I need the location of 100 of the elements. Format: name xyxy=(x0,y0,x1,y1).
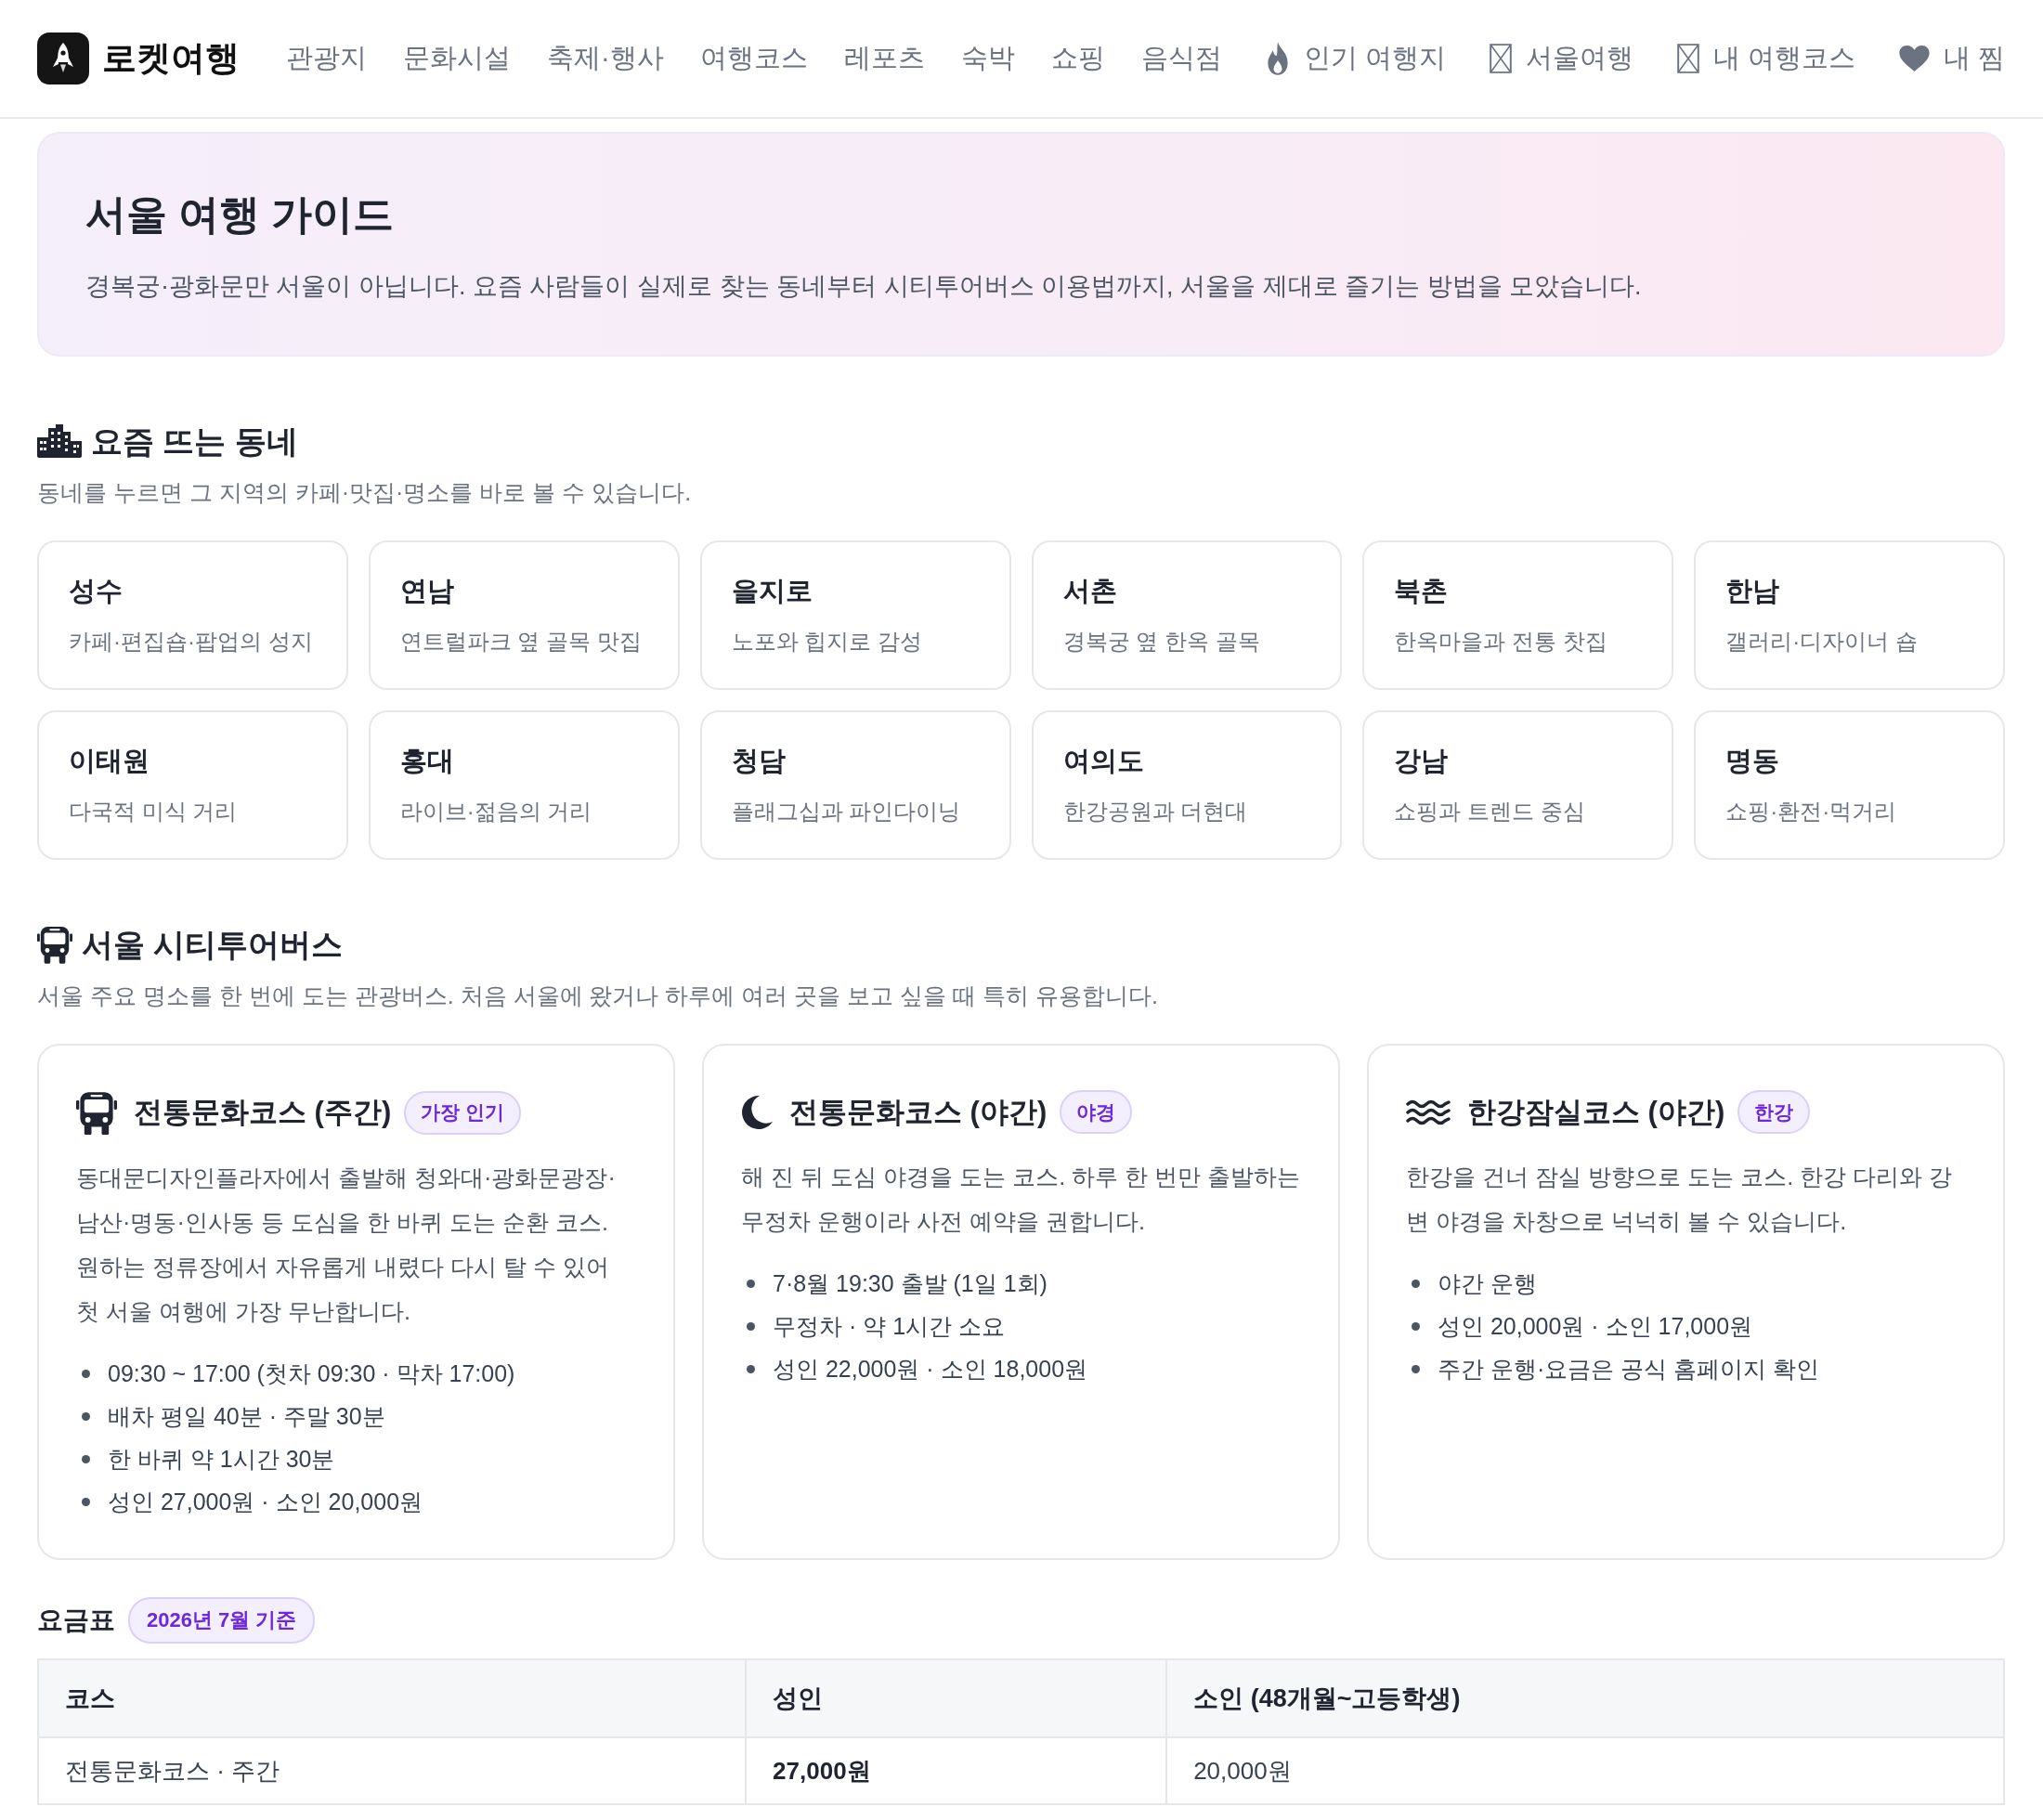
course-badge: 야경 xyxy=(1060,1090,1133,1134)
course-detail: 성인 27,000원 · 소인 20,000원 xyxy=(108,1488,423,1517)
course-detail: 7·8월 19:30 출발 (1일 1회) xyxy=(773,1269,1048,1298)
nav-link[interactable]: 내 찜 xyxy=(1898,40,2005,77)
nav-link[interactable]: 숙박 xyxy=(960,40,1015,77)
city-buildings-icon xyxy=(37,424,82,458)
course-detail: 무정차 · 약 1시간 소요 xyxy=(773,1312,1005,1341)
date-badge: 2026년 7월 기준 xyxy=(128,1597,316,1644)
course-description: 한강을 건너 잠실 방향으로 도는 코스. 한강 다리와 강변 야경을 차창으로 넉넉히 볼 수 있습니다. xyxy=(1406,1163,1954,1236)
neighborhood-name: 을지로 xyxy=(731,575,813,607)
neighborhood-tagline: 카페·편집숍·팝업의 성지 xyxy=(69,628,314,656)
bullet-icon xyxy=(82,1497,90,1506)
course-badge: 한강 xyxy=(1737,1090,1811,1134)
neighborhood-tagline: 다국적 미식 거리 xyxy=(69,798,239,826)
nav-link[interactable]: 여행코스 xyxy=(699,40,808,77)
neighborhood-card[interactable]: 강남 쇼핑과 트렌드 중심 xyxy=(1362,710,1674,860)
neighborhood-card[interactable]: 연남 연트럴파크 옆 골목 맛집 xyxy=(368,540,680,690)
crossed-box-icon xyxy=(1676,44,1699,73)
neighborhood-tagline: 쇼핑과 트렌드 중심 xyxy=(1394,798,1586,826)
section-title: 요즘 뜨는 동네 xyxy=(91,422,298,461)
course-detail: 배차 평일 40분 · 주말 30분 xyxy=(108,1402,385,1432)
neighborhood-tagline: 노포와 힙지로 감성 xyxy=(731,628,923,656)
neighborhood-card[interactable]: 이태원 다국적 미식 거리 xyxy=(37,710,348,860)
neighborhood-tagline: 연트럴파크 옆 골목 맛집 xyxy=(399,628,643,656)
bullet-icon xyxy=(747,1321,755,1331)
table-header-cell: 성인 xyxy=(746,1659,1167,1738)
neighborhood-card[interactable]: 홍대 라이브·젊음의 거리 xyxy=(368,710,680,860)
neighborhood-card[interactable]: 북촌 한옥마을과 전통 찻집 xyxy=(1362,540,1674,690)
neighborhood-card[interactable]: 을지로 노포와 힙지로 감성 xyxy=(699,540,1011,690)
nav-link[interactable]: 인기 여행지 xyxy=(1265,40,1446,77)
crescent-moon-icon xyxy=(741,1095,773,1129)
bus-icon xyxy=(76,1090,117,1136)
neighborhood-name: 이태원 xyxy=(69,745,150,777)
course-detail: 성인 22,000원 · 소인 18,000원 xyxy=(773,1355,1088,1384)
course-detail: 주간 운행·요금은 공식 홈페이지 확인 xyxy=(1438,1355,1820,1384)
nav-link[interactable]: 축제·행사 xyxy=(547,40,664,77)
table-cell: 27,000원 xyxy=(746,1737,1167,1805)
nav-link[interactable]: 레포츠 xyxy=(843,40,925,77)
neighborhood-name: 한남 xyxy=(1725,575,1781,607)
heart-icon xyxy=(1898,46,1930,72)
neighborhood-name: 강남 xyxy=(1394,745,1450,777)
waves-icon xyxy=(1406,1098,1451,1126)
bullet-icon xyxy=(82,1369,90,1378)
bullet-icon xyxy=(1412,1279,1420,1288)
neighborhood-card[interactable]: 한남 갤러리·디자이너 숍 xyxy=(1694,540,2005,690)
course-title: 전통문화코스 (주간) xyxy=(134,1095,392,1131)
neighborhood-name: 서촌 xyxy=(1062,575,1118,607)
course-title: 전통문화코스 (야간) xyxy=(789,1094,1048,1130)
nav-link[interactable]: 내 여행코스 xyxy=(1676,40,1855,77)
course-badge: 가장 인기 xyxy=(404,1090,522,1135)
section-description: 동네를 누르면 그 지역의 카페·맛집·명소를 바로 볼 수 있습니다. xyxy=(37,478,693,507)
neighborhood-name: 북촌 xyxy=(1394,575,1450,607)
neighborhood-tagline: 쇼핑·환전·먹거리 xyxy=(1725,798,1898,826)
course-description: 동대문디자인플라자에서 출발해 청와대·광화문광장·남산·명동·인사동 등 도심을 한 바퀴 도는 순환 코스. 원하는 정류장에서 자유롭게 내렸다 다시 탈 수 있어 첫 서울 여행에 가장 무난합니다. xyxy=(76,1164,617,1327)
section-title: 서울 시티투어버스 xyxy=(82,926,344,964)
neighborhood-tagline: 한강공원과 더현대 xyxy=(1062,798,1249,826)
table-cell: 전통문화코스 · 주간 xyxy=(38,1737,747,1805)
course-description: 해 진 뒤 도심 야경을 도는 코스. 하루 한 번만 출발하는 무정차 운행이라 사전 예약을 권합니다. xyxy=(741,1163,1301,1236)
course-detail: 09:30 ~ 17:00 (첫차 09:30 · 막차 17:00) xyxy=(108,1359,515,1389)
hero-description: 경복궁·광화문만 서울이 아닙니다. 요즘 사람들이 실제로 찾는 동네부터 시티투어버스 이용법까지, 서울을 제대로 즐기는 방법을 모았습니다. xyxy=(85,271,1643,302)
course-detail: 야간 운행 xyxy=(1438,1269,1537,1298)
table-header-cell: 코스 xyxy=(38,1659,747,1738)
nav-link[interactable]: 쇼핑 xyxy=(1050,40,1105,77)
neighborhood-tagline: 라이브·젊음의 거리 xyxy=(399,798,593,826)
crossed-box-icon xyxy=(1489,44,1512,73)
course-detail: 성인 20,000원 · 소인 17,000원 xyxy=(1438,1312,1753,1341)
table-header-cell: 소인 (48개월~고등학생) xyxy=(1166,1659,2004,1738)
neighborhood-card[interactable]: 청담 플래그십과 파인다이닝 xyxy=(699,710,1011,860)
bus-icon xyxy=(37,925,72,964)
neighborhood-name: 홍대 xyxy=(399,745,455,777)
course-title: 한강잠실코스 (야간) xyxy=(1467,1094,1725,1130)
bullet-icon xyxy=(1412,1364,1420,1373)
neighborhood-card[interactable]: 서촌 경복궁 옆 한옥 골목 xyxy=(1031,540,1343,690)
neighborhood-tagline: 갤러리·디자이너 숍 xyxy=(1725,628,1919,656)
brand-name[interactable]: 로켓여행 xyxy=(102,35,240,82)
fare-table-title: 요금표 xyxy=(37,1605,115,1637)
bullet-icon xyxy=(82,1411,90,1421)
neighborhood-card[interactable]: 명동 쇼핑·환전·먹거리 xyxy=(1694,710,2005,860)
section-description: 서울 주요 명소를 한 번에 도는 관광버스. 처음 서울에 왔거나 하루에 여러 곳을 보고 싶을 때 특히 유용합니다. xyxy=(37,982,1159,1010)
bullet-icon xyxy=(1412,1321,1420,1331)
nav-link[interactable]: 음식점 xyxy=(1140,40,1222,77)
bullet-icon xyxy=(82,1454,90,1463)
nav-link[interactable]: 서울여행 xyxy=(1489,40,1633,77)
hero-title: 서울 여행 가이드 xyxy=(85,190,396,239)
flame-icon xyxy=(1265,42,1290,75)
neighborhood-tagline: 플래그십과 파인다이닝 xyxy=(731,798,962,826)
neighborhood-tagline: 한옥마을과 전통 찻집 xyxy=(1394,628,1608,656)
rocket-logo-icon xyxy=(37,32,89,84)
course-detail: 한 바퀴 약 1시간 30분 xyxy=(108,1445,335,1475)
neighborhood-name: 청담 xyxy=(731,745,787,777)
neighborhood-name: 연남 xyxy=(399,575,455,607)
neighborhood-name: 성수 xyxy=(69,575,124,607)
table-cell: 20,000원 xyxy=(1166,1737,2004,1805)
neighborhood-card[interactable]: 여의도 한강공원과 더현대 xyxy=(1031,710,1343,860)
neighborhood-card[interactable]: 성수 카페·편집숍·팝업의 성지 xyxy=(37,540,348,690)
nav-link[interactable]: 문화시설 xyxy=(403,40,511,77)
bullet-icon xyxy=(747,1279,755,1288)
bullet-icon xyxy=(747,1364,755,1373)
neighborhood-name: 명동 xyxy=(1725,745,1781,777)
nav-link[interactable]: 관광지 xyxy=(286,40,367,77)
